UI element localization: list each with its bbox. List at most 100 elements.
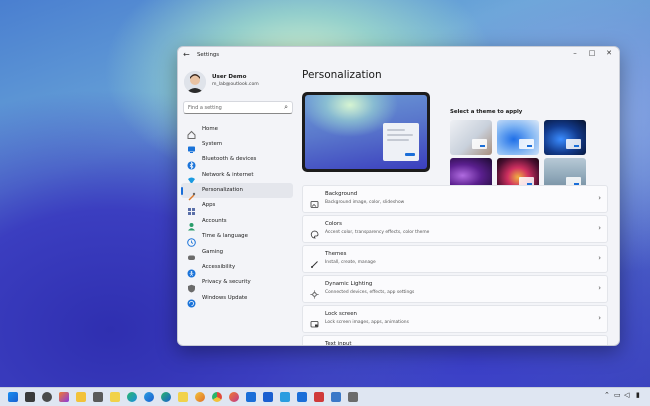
folder-icon[interactable] xyxy=(110,392,120,402)
word-icon[interactable] xyxy=(263,392,273,402)
search-placeholder: Find a setting xyxy=(188,105,222,111)
start-icon[interactable] xyxy=(8,392,18,402)
sidebar-item-apps[interactable]: Apps xyxy=(181,198,293,215)
card-title: Lock screen xyxy=(325,311,357,317)
card-colors[interactable]: Colors Accent color, transparency effects… xyxy=(302,215,608,243)
theme-thumbnail-3[interactable] xyxy=(544,120,586,155)
palette-icon xyxy=(310,224,319,239)
image-icon xyxy=(310,194,319,208)
accounts-icon xyxy=(187,216,196,231)
home-icon xyxy=(187,124,196,139)
card-subtitle: Lock screen images, apps, animations xyxy=(325,320,409,325)
sidebar-item-privacy-security[interactable]: Privacy & security xyxy=(181,275,293,293)
title-bar[interactable]: ← Settings – □ ✕ xyxy=(178,47,619,65)
card-title: Dynamic Lighting xyxy=(325,281,373,287)
copilot-icon[interactable] xyxy=(59,392,69,402)
card-subtitle: Background image, color, slideshow xyxy=(325,200,405,205)
card-themes[interactable]: Themes Install, create, manage › xyxy=(302,245,608,273)
volume-icon[interactable]: ◁ xyxy=(624,391,629,399)
battery-icon[interactable]: ▮ xyxy=(636,391,640,399)
chevron-up-icon[interactable]: ⌃ xyxy=(604,391,610,399)
card-subtitle: Connected devices, effects, app settings xyxy=(325,290,415,295)
keyboard-icon xyxy=(310,344,319,345)
theme-thumbnail-1[interactable] xyxy=(450,120,492,155)
card-background[interactable]: Background Background image, color, slide… xyxy=(302,185,608,213)
apps-icon xyxy=(187,201,196,215)
theme-preview xyxy=(302,92,430,172)
avatar[interactable] xyxy=(184,71,206,93)
sidebar-item-label: System xyxy=(202,140,223,147)
network-tray-icon[interactable]: ▭ xyxy=(614,391,621,399)
settings-cards: Background Background image, color, slide… xyxy=(302,185,608,346)
file-explorer-icon[interactable] xyxy=(76,392,86,402)
edge-icon[interactable] xyxy=(127,392,137,402)
edge-dev-icon[interactable] xyxy=(161,392,171,402)
bluetooth-icon xyxy=(187,155,196,170)
card-title: Colors xyxy=(325,221,342,227)
theme-thumbnail-2[interactable] xyxy=(497,120,539,155)
chevron-right-icon: › xyxy=(598,224,601,232)
brush-icon xyxy=(310,254,319,268)
settings-window: ← Settings – □ ✕ User Demo m_lab@outlook… xyxy=(177,46,620,346)
page-title: Personalization xyxy=(302,69,382,81)
chevron-right-icon: › xyxy=(598,314,601,322)
sidebar-item-label: Home xyxy=(202,125,218,132)
preview-wallpaper xyxy=(305,95,427,169)
settings-app-icon[interactable] xyxy=(42,392,52,402)
sidebar-item-personalization[interactable]: Personalization xyxy=(181,182,293,201)
chrome-canary-icon[interactable] xyxy=(195,392,205,402)
personalization-icon xyxy=(187,186,196,201)
sidebar-item-network-internet[interactable]: Network & internet xyxy=(181,167,293,185)
sidebar-item-bluetooth-devices[interactable]: Bluetooth & devices xyxy=(181,152,293,170)
outlook-icon[interactable] xyxy=(297,392,307,402)
sidebar-item-label: Accessibility xyxy=(202,264,236,271)
sidebar-item-windows-update[interactable]: Windows Update xyxy=(181,290,293,308)
sidebar-item-label: Privacy & security xyxy=(202,279,251,286)
sidebar-item-label: Personalization xyxy=(202,187,243,194)
lock-screen-icon xyxy=(310,314,319,328)
edge-beta-icon[interactable] xyxy=(144,392,154,402)
card-text-input[interactable]: Text inputTouch keyboard, voice typing, … xyxy=(302,335,608,346)
maximize-button[interactable]: □ xyxy=(585,49,599,57)
sidebar-item-gaming[interactable]: Gaming xyxy=(181,244,293,261)
terminal-icon[interactable] xyxy=(93,392,103,402)
minimize-button[interactable]: – xyxy=(568,49,582,57)
sidebar-item-home[interactable]: Home xyxy=(181,121,293,139)
sidebar-item-system[interactable]: System xyxy=(181,136,293,154)
user-email: m_lab@outlook.com xyxy=(212,82,259,87)
themes-label: Select a theme to apply xyxy=(450,109,523,115)
notepad-icon[interactable] xyxy=(331,392,341,402)
sidebar-item-time-language[interactable]: Time & language xyxy=(181,229,293,247)
chrome-icon[interactable] xyxy=(212,392,222,402)
windows-update-icon xyxy=(187,293,196,308)
search-icon[interactable]: ⌕ xyxy=(284,103,288,112)
accessibility-icon xyxy=(187,263,196,278)
sidebar-item-label: Gaming xyxy=(202,248,224,255)
snipping-tool-icon[interactable] xyxy=(314,392,324,402)
close-button[interactable]: ✕ xyxy=(602,49,616,57)
search-input[interactable]: Find a setting ⌕ xyxy=(183,101,293,114)
shield-icon xyxy=(187,278,196,293)
sidebar-nav: Home System Bluetooth & devices Network & i… xyxy=(181,121,293,308)
paint-icon[interactable] xyxy=(348,392,358,402)
store-icon[interactable] xyxy=(246,392,256,402)
card-dynamic-lighting[interactable]: Dynamic Lighting Connected devices, effec… xyxy=(302,275,608,303)
chevron-right-icon: › xyxy=(598,254,601,262)
photos-icon[interactable] xyxy=(280,392,290,402)
sidebar-item-accessibility[interactable]: Accessibility xyxy=(181,260,293,278)
card-lock-screen[interactable]: Lock screen Lock screen images, apps, ani… xyxy=(302,305,608,333)
sun-icon xyxy=(310,284,319,299)
card-title: Text input xyxy=(325,341,352,346)
preview-dialog xyxy=(383,123,419,161)
back-arrow-icon[interactable]: ← xyxy=(183,50,190,59)
sidebar-item-accounts[interactable]: Accounts xyxy=(181,213,293,231)
card-title: Themes xyxy=(325,251,347,257)
card-subtitle: Accent color, transparency effects, colo… xyxy=(325,230,430,235)
gaming-icon xyxy=(187,247,196,261)
time-language-icon xyxy=(187,232,196,247)
network-icon xyxy=(187,170,196,185)
edge-canary-icon[interactable] xyxy=(178,392,188,402)
task-view-icon[interactable] xyxy=(25,392,35,402)
sidebar-item-label: Apps xyxy=(202,202,216,209)
firefox-icon[interactable] xyxy=(229,392,239,402)
